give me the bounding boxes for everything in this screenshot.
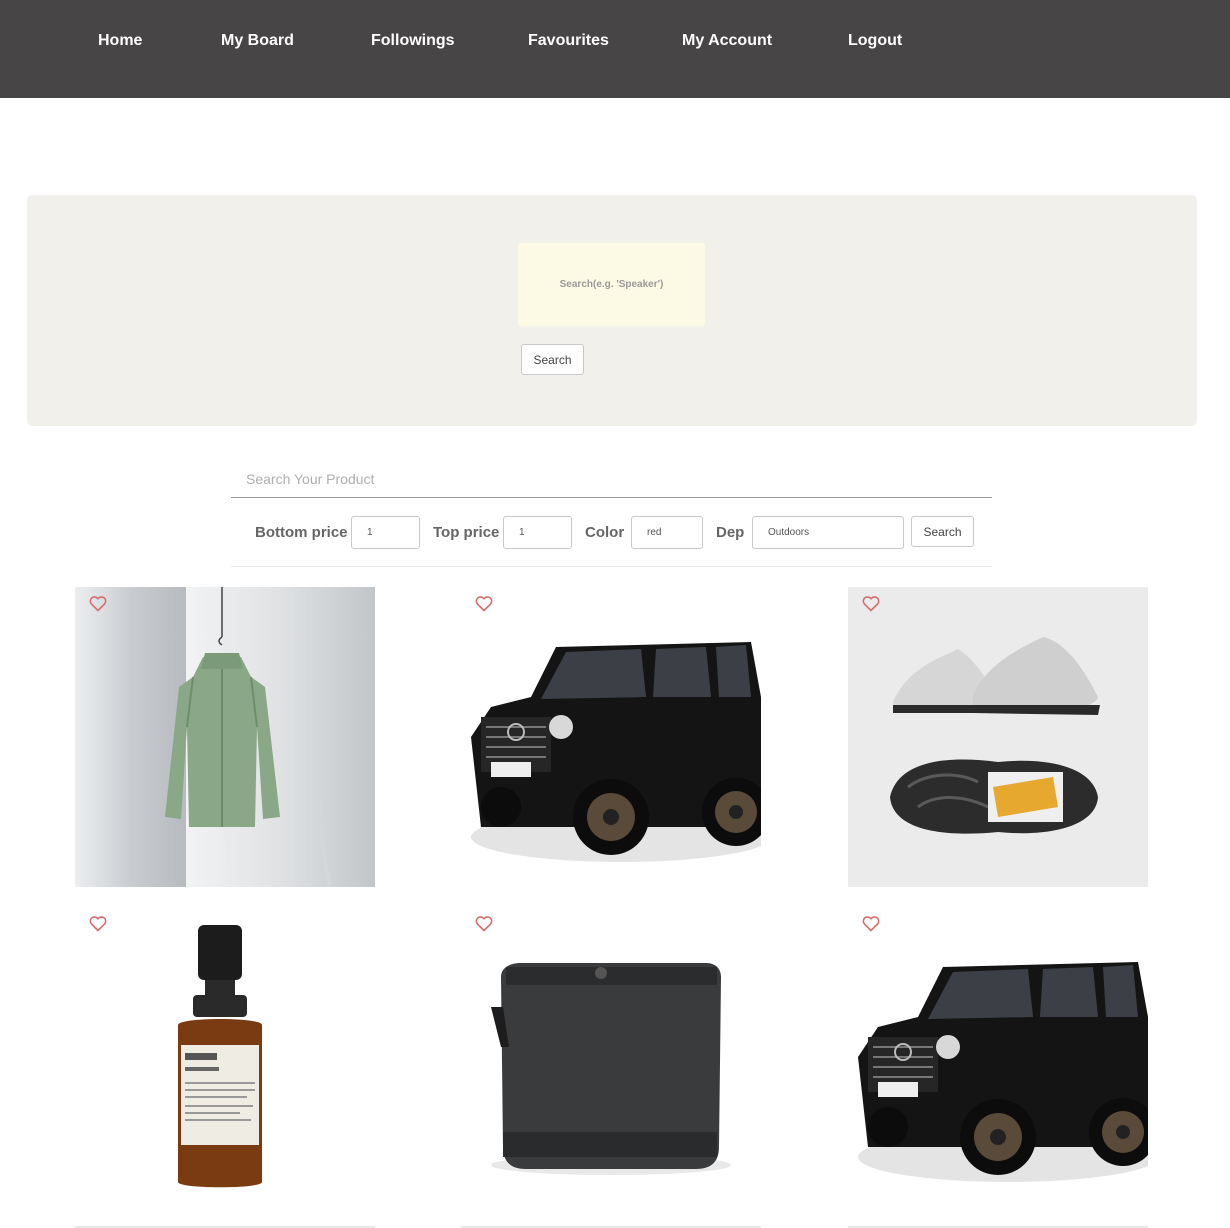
product-card[interactable] — [75, 587, 375, 887]
filter-row: Bottom price Top price Color Dep Search — [231, 498, 992, 567]
product-card[interactable] — [75, 907, 375, 1207]
green-jacket-image — [75, 587, 375, 887]
color-label: Color — [585, 524, 625, 541]
deodorant-bottle-image — [75, 907, 375, 1207]
product-card[interactable] — [461, 907, 761, 1207]
hero-search-button[interactable]: Search — [521, 344, 584, 375]
nav-my-account[interactable]: My Account — [682, 32, 772, 50]
heart-outline-icon[interactable] — [475, 595, 493, 613]
black-suv-image — [461, 587, 761, 887]
hero-search-panel: Search — [27, 195, 1197, 426]
color-input[interactable] — [631, 516, 703, 549]
nav-my-board[interactable]: My Board — [221, 32, 294, 50]
product-search-input[interactable] — [231, 460, 992, 498]
product-card[interactable] — [461, 587, 761, 887]
black-suv-image — [848, 907, 1148, 1207]
bottom-price-input[interactable] — [351, 516, 420, 549]
product-card[interactable] — [848, 907, 1148, 1207]
top-price-label: Top price — [433, 524, 500, 541]
top-price-input[interactable] — [503, 516, 572, 549]
filter-search-button[interactable]: Search — [911, 516, 974, 547]
product-card[interactable] — [848, 587, 1148, 887]
heart-outline-icon[interactable] — [862, 595, 880, 613]
heart-outline-icon[interactable] — [475, 915, 493, 933]
nav-followings[interactable]: Followings — [371, 32, 455, 50]
bluetooth-speaker-image — [461, 907, 761, 1207]
heart-outline-icon[interactable] — [89, 915, 107, 933]
department-input[interactable] — [752, 516, 904, 549]
bottom-price-label: Bottom price — [255, 524, 348, 541]
top-navigation: Home My Board Followings Favourites My A… — [0, 0, 1230, 98]
nav-favourites[interactable]: Favourites — [528, 32, 609, 50]
heart-outline-icon[interactable] — [89, 595, 107, 613]
dep-label: Dep — [716, 524, 745, 541]
nav-home[interactable]: Home — [98, 32, 142, 50]
hero-search-input[interactable] — [518, 243, 705, 326]
grey-sneakers-image — [848, 587, 1148, 887]
nav-logout[interactable]: Logout — [848, 32, 902, 50]
heart-outline-icon[interactable] — [862, 915, 880, 933]
